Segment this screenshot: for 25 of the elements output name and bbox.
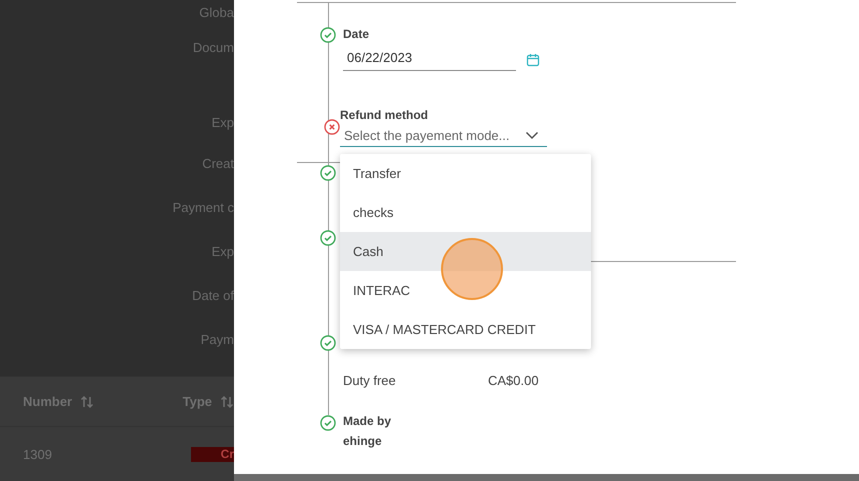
chevron-down-icon [525,130,539,140]
sort-icon[interactable] [220,394,234,408]
menu-option[interactable]: Cash [340,232,591,270]
form-label: Docum [192,40,234,56]
field-label: Made by [343,413,392,430]
form-label: Globa [199,5,234,21]
menu-option[interactable]: Transfer [340,154,591,192]
menu-option[interactable]: INTERAC [340,270,591,310]
form-label: Creat [202,156,234,172]
type-badge: Cr [191,446,234,462]
user-name: ehinge [343,433,383,450]
form-label: Exp [212,244,234,260]
menu-option[interactable]: checks [340,192,591,232]
field-label: Refund method [340,106,429,124]
form-label: Exp [212,115,234,131]
amount-label: Duty free [343,373,397,388]
form-label: Date of [192,288,234,304]
field-label: Date [343,26,370,43]
form-label: Paym [200,332,234,348]
amount-value: CA$0.00 [488,373,539,388]
select-field[interactable]: Select the payement mode... [340,128,547,146]
calendar-icon[interactable] [526,52,540,66]
menu-option[interactable]: VISA / MASTERCARD CREDIT [340,310,591,348]
sort-icon[interactable] [80,394,94,408]
form-label: Payment c [172,200,234,216]
